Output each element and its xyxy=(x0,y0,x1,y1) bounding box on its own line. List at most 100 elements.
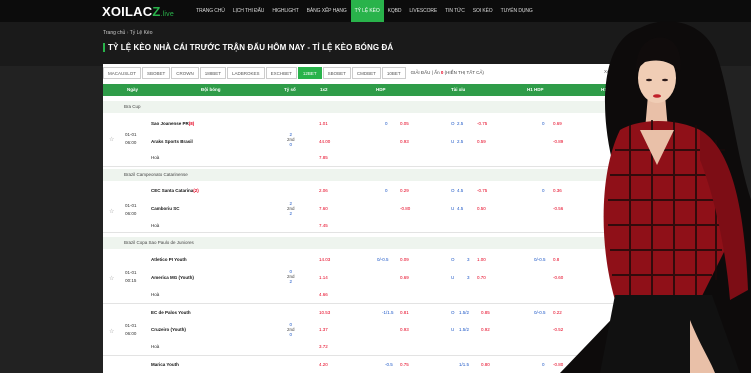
match-row[interactable]: ☆ 01-01 00:15 Atletico PI Youth America M… xyxy=(103,250,663,304)
home-team[interactable]: EC de Palos Youth xyxy=(151,310,191,315)
breadcrumb-home[interactable]: Trang chủ xyxy=(103,30,125,36)
ou-over[interactable]: 0.80 xyxy=(481,362,490,367)
hdp-away[interactable]: 0.93 xyxy=(400,327,409,332)
h1-home[interactable]: 0.36 xyxy=(553,188,562,193)
nav-item-schedule[interactable]: LỊCH THI ĐẤU xyxy=(229,0,269,22)
more-odds-label[interactable]: Tiền 1.5 xyxy=(588,344,604,349)
league-group[interactable]: Brazil Copa Sao Paulo de Juniores xyxy=(103,237,663,249)
ou-line: 2.5 xyxy=(457,121,464,126)
hdp-home[interactable]: 0.05 xyxy=(400,121,409,126)
nav-item-news[interactable]: TIN TỨC xyxy=(441,0,469,22)
hdp-away[interactable]: 0.93 xyxy=(400,139,409,144)
odds-away[interactable]: 1.37 xyxy=(319,327,328,332)
favorite-icon[interactable]: ☆ xyxy=(109,275,114,282)
nav-item-home[interactable]: TRANG CHỦ xyxy=(192,0,229,22)
odds-away[interactable]: 7.60 xyxy=(319,206,328,211)
tab-macauslot[interactable]: MACAUSLOT xyxy=(103,66,142,79)
h1-line: 0 xyxy=(542,121,545,126)
header-1x2: 1x2 xyxy=(320,87,328,92)
league-filter[interactable]: GIẢI ĐẤU | Ẩn 0 (HIỂN THỊ TẤT CẢ) xyxy=(411,70,484,75)
sort-label[interactable]: Xem theo xyxy=(604,69,623,74)
odds-home[interactable]: 2.06 xyxy=(319,188,328,193)
tab-cmdbet[interactable]: CMDBET xyxy=(351,66,381,79)
nav-item-jobs[interactable]: TUYỂN DỤNG xyxy=(497,0,537,22)
match-row[interactable]: ☆ 01-01 06:00 CEC Santa Catarina(2) Cambo… xyxy=(103,181,663,233)
home-team[interactable]: Marica Youth xyxy=(151,362,179,367)
h1-home[interactable]: -0.80 xyxy=(553,362,563,367)
site-logo[interactable]: XOILACZ.live xyxy=(0,4,190,19)
tab-sbobet[interactable]: SBOBET xyxy=(142,66,171,79)
odds-away[interactable]: 1.14 xyxy=(319,275,328,280)
odds-draw[interactable]: 7.45 xyxy=(319,223,328,228)
nav-item-standings[interactable]: BẢNG XẾP HẠNG xyxy=(303,0,351,22)
h1-away[interactable]: -0.52 xyxy=(553,327,563,332)
ou-under-label: U xyxy=(451,206,455,211)
home-team[interactable]: CEC Santa Catarina(2) xyxy=(151,188,199,193)
ou-under[interactable]: 0.70 xyxy=(477,275,486,280)
away-team[interactable]: America MG (Youth) xyxy=(151,275,194,280)
hdp-home[interactable]: 0.81 xyxy=(400,310,409,315)
ou-under[interactable]: 0.59 xyxy=(477,139,486,144)
odds-home[interactable]: 10.53 xyxy=(319,310,330,315)
odds-home[interactable]: 14.03 xyxy=(319,257,330,262)
match-time: 01-01 00:15 xyxy=(125,270,137,283)
ou-line: 4.5 xyxy=(457,206,464,211)
h1-line: 0/-0.5 xyxy=(534,257,546,262)
odds-home[interactable]: 4.20 xyxy=(319,362,328,367)
tab-10bet[interactable]: 10BET xyxy=(381,66,406,79)
odds-draw[interactable]: 3.72 xyxy=(319,344,328,349)
nav-item-kqbd[interactable]: KQBD xyxy=(384,0,406,22)
tab-sbobet-2[interactable]: SBOBET xyxy=(322,66,351,79)
favorite-icon[interactable]: ☆ xyxy=(109,328,114,335)
home-team[interactable]: Sao Joanense PR(8) xyxy=(151,121,194,126)
ou-over[interactable]: -0.75 xyxy=(477,121,487,126)
nav-item-highlight[interactable]: HIGHLIGHT xyxy=(268,0,302,22)
odds-draw[interactable]: 7.85 xyxy=(319,155,328,160)
match-row[interactable]: ☆ 01-01 06:00 Sao Joanense PR(8) Araks Sp… xyxy=(103,113,663,167)
ou-line: 1.5/2 xyxy=(459,327,470,332)
tab-188bet[interactable]: 188BET xyxy=(199,66,227,79)
h1-home[interactable]: 0.8 xyxy=(553,257,559,262)
favorite-icon[interactable]: ☆ xyxy=(109,208,114,215)
h1-away[interactable]: -0.89 xyxy=(553,139,563,144)
header-h1-ou: H1 Tài xỉu xyxy=(601,87,623,92)
ou-over-label: O xyxy=(451,257,455,262)
match-row[interactable]: ☆ 01-01 06:00 EC de Palos Youth Cruzeiro … xyxy=(103,304,663,356)
tab-exchbet[interactable]: EXCHBET xyxy=(265,66,297,79)
away-team[interactable]: Araks Sports Brasil xyxy=(151,139,193,144)
league-group[interactable]: Brazil Campeonato Catarinense xyxy=(103,169,663,181)
tab-ladbrokes[interactable]: LADBROKES xyxy=(227,66,265,79)
ou-under[interactable]: 0.50 xyxy=(477,206,486,211)
favorite-icon[interactable]: ☆ xyxy=(109,136,114,143)
away-team[interactable]: Cruzeiro (Youth) xyxy=(151,327,186,332)
h1-home[interactable]: 0.69 xyxy=(553,121,562,126)
odds-away[interactable]: 44.00 xyxy=(319,139,330,144)
hdp-home[interactable]: 0.09 xyxy=(400,257,409,262)
ou-over[interactable]: -0.75 xyxy=(477,188,487,193)
hdp-home[interactable]: 0.29 xyxy=(400,188,409,193)
match-row[interactable]: Marica Youth 4.20 -0.5 0.75 1/1.5 0.80 0… xyxy=(103,357,663,373)
ou-over[interactable]: 0.85 xyxy=(481,310,490,315)
ou-over[interactable]: 1.00 xyxy=(477,257,486,262)
odds-home[interactable]: 1.01 xyxy=(319,121,328,126)
ou-line: 1/1.5 xyxy=(459,362,470,367)
hdp-home[interactable]: 0.75 xyxy=(400,362,409,367)
tab-12bet[interactable]: 12BET xyxy=(297,66,322,79)
hdp-away[interactable]: 0.69 xyxy=(400,275,409,280)
away-team[interactable]: Camboriu SC xyxy=(151,206,180,211)
h1-home[interactable]: 0.22 xyxy=(553,310,562,315)
match-time: 01-01 06:00 xyxy=(125,132,137,145)
nav-item-odds[interactable]: TỶ LỆ KÈO xyxy=(350,0,384,22)
h1-away[interactable]: -0.56 xyxy=(553,206,563,211)
ou-under[interactable]: 0.92 xyxy=(481,327,490,332)
nav-item-tips[interactable]: SOI KÈO xyxy=(469,0,497,22)
ou-line: 4.5 xyxy=(457,188,464,193)
tab-crown[interactable]: CROWN xyxy=(171,66,199,79)
odds-draw[interactable]: 4.66 xyxy=(319,292,328,297)
ou-under-label: U xyxy=(451,275,455,280)
h1-away[interactable]: -0.60 xyxy=(553,275,563,280)
home-team[interactable]: Atletico PI Youth xyxy=(151,257,187,262)
nav-item-livescore[interactable]: LIVESCORE xyxy=(405,0,441,22)
hdp-away[interactable]: -0.80 xyxy=(400,206,410,211)
league-group[interactable]: Bra Cup xyxy=(103,101,663,113)
